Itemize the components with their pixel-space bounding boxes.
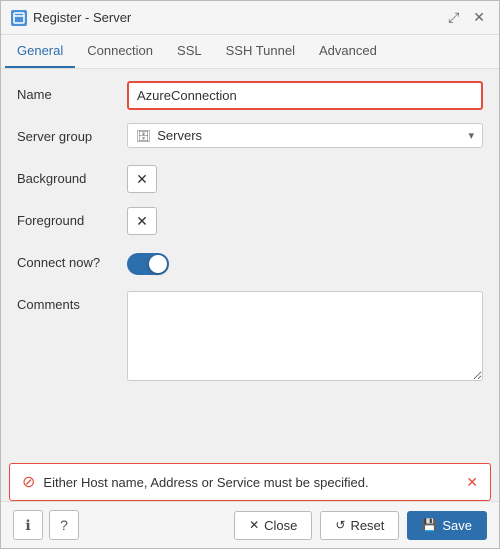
tab-advanced[interactable]: Advanced bbox=[307, 35, 389, 68]
save-btn-label: Save bbox=[442, 518, 472, 533]
comments-label: Comments bbox=[17, 291, 127, 312]
form-content: Name Server group 🗄 Servers ▾ Background… bbox=[1, 69, 499, 457]
error-message: Either Host name, Address or Service mus… bbox=[43, 475, 368, 490]
chevron-down-icon: ▾ bbox=[468, 129, 474, 142]
title-actions: ⤢ ✕ bbox=[444, 7, 489, 28]
server-group-value: Servers bbox=[157, 128, 462, 143]
background-label: Background bbox=[17, 165, 127, 186]
close-button[interactable]: ✕ Close bbox=[234, 511, 312, 540]
background-field: ✕ bbox=[127, 165, 483, 193]
bottom-right-actions: ✕ Close ↺ Reset 💾 Save bbox=[234, 511, 487, 540]
error-banner: ⊘ Either Host name, Address or Service m… bbox=[9, 463, 491, 501]
name-row: Name bbox=[17, 81, 483, 113]
close-btn-icon: ✕ bbox=[249, 518, 259, 532]
title-bar: Register - Server ⤢ ✕ bbox=[1, 1, 499, 35]
reset-button[interactable]: ↺ Reset bbox=[320, 511, 399, 540]
bottom-bar: ℹ ? ✕ Close ↺ Reset 💾 Save bbox=[1, 501, 499, 548]
expand-button[interactable]: ⤢ bbox=[444, 7, 463, 28]
connect-now-row: Connect now? bbox=[17, 249, 483, 281]
error-close-button[interactable]: ✕ bbox=[466, 474, 478, 491]
tab-connection[interactable]: Connection bbox=[75, 35, 165, 68]
server-group-select[interactable]: 🗄 Servers ▾ bbox=[127, 123, 483, 148]
foreground-label: Foreground bbox=[17, 207, 127, 228]
comments-field bbox=[127, 291, 483, 384]
connect-now-toggle[interactable] bbox=[127, 253, 169, 275]
close-btn-label: Close bbox=[264, 518, 297, 533]
tab-general[interactable]: General bbox=[5, 35, 75, 68]
background-color-button[interactable]: ✕ bbox=[127, 165, 157, 193]
tab-bar: General Connection SSL SSH Tunnel Advanc… bbox=[1, 35, 499, 69]
server-group-label: Server group bbox=[17, 123, 127, 144]
close-window-button[interactable]: ✕ bbox=[469, 7, 489, 28]
error-banner-inner: ⊘ Either Host name, Address or Service m… bbox=[22, 472, 369, 492]
error-warning-icon: ⊘ bbox=[22, 472, 35, 492]
server-db-icon: 🗄 bbox=[136, 129, 151, 143]
server-group-field: 🗄 Servers ▾ bbox=[127, 123, 483, 148]
name-field-wrapper bbox=[127, 81, 483, 110]
error-wrapper: ⊘ Either Host name, Address or Service m… bbox=[1, 457, 499, 501]
foreground-row: Foreground ✕ bbox=[17, 207, 483, 239]
tab-ssh-tunnel[interactable]: SSH Tunnel bbox=[214, 35, 307, 68]
main-window: Register - Server ⤢ ✕ General Connection… bbox=[0, 0, 500, 549]
comments-textarea[interactable] bbox=[127, 291, 483, 381]
server-group-row: Server group 🗄 Servers ▾ bbox=[17, 123, 483, 155]
window-title: Register - Server bbox=[33, 10, 131, 25]
reset-btn-icon: ↺ bbox=[335, 518, 345, 532]
help-button[interactable]: ? bbox=[49, 510, 79, 540]
app-icon bbox=[11, 10, 27, 26]
foreground-color-button[interactable]: ✕ bbox=[127, 207, 157, 235]
bottom-left-actions: ℹ ? bbox=[13, 510, 79, 540]
reset-btn-label: Reset bbox=[350, 518, 384, 533]
foreground-field: ✕ bbox=[127, 207, 483, 235]
save-button[interactable]: 💾 Save bbox=[407, 511, 487, 540]
connect-now-label: Connect now? bbox=[17, 249, 127, 270]
save-btn-icon: 💾 bbox=[422, 518, 437, 532]
connect-now-field bbox=[127, 249, 483, 275]
tab-ssl[interactable]: SSL bbox=[165, 35, 214, 68]
comments-row: Comments bbox=[17, 291, 483, 384]
name-input[interactable] bbox=[127, 81, 483, 110]
name-label: Name bbox=[17, 81, 127, 102]
title-bar-left: Register - Server bbox=[11, 10, 131, 26]
info-button[interactable]: ℹ bbox=[13, 510, 43, 540]
background-row: Background ✕ bbox=[17, 165, 483, 197]
